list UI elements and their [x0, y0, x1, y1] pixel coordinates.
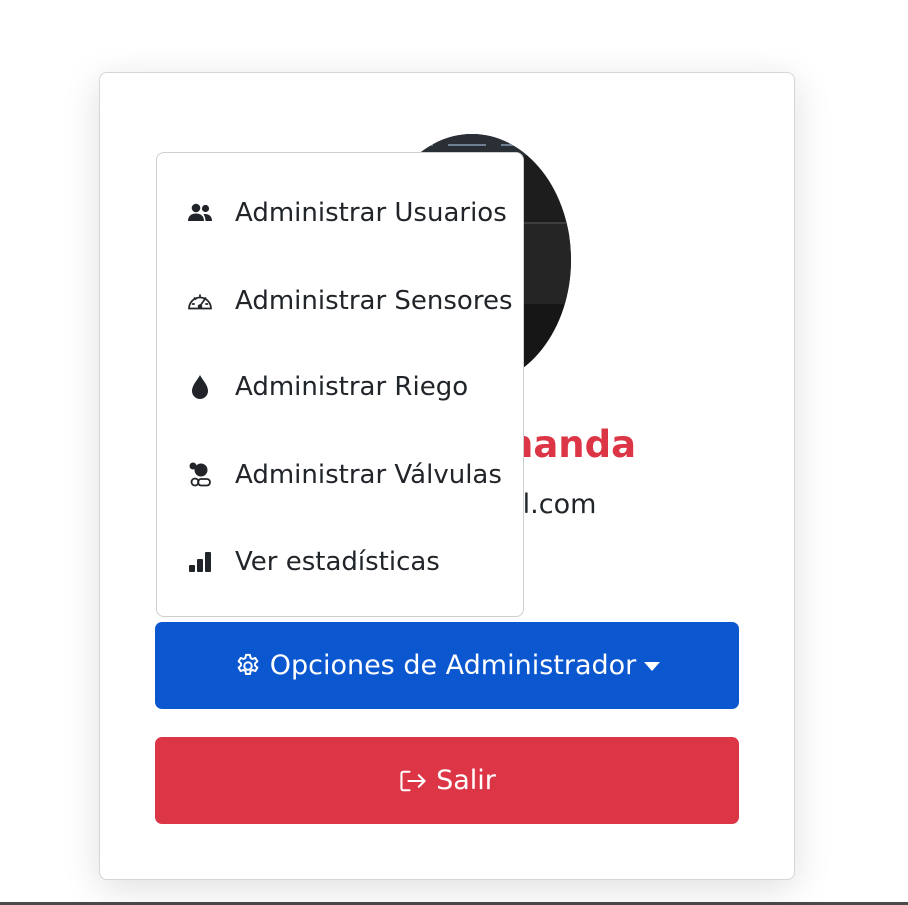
speedometer-icon	[186, 287, 214, 315]
admin-options-dropdown: Administrar Usuarios Administrar Sensore…	[156, 152, 524, 617]
bar-chart-icon	[186, 548, 214, 576]
menu-item-manage-sensors[interactable]: Administrar Sensores	[157, 271, 523, 331]
logout-icon	[400, 770, 426, 791]
logout-button[interactable]: Salir	[155, 737, 739, 824]
menu-item-view-statistics[interactable]: Ver estadísticas	[157, 532, 523, 592]
menu-item-label: Administrar Válvulas	[235, 460, 502, 490]
admin-options-button[interactable]: Opciones de Administrador	[155, 622, 739, 709]
menu-item-label: Administrar Riego	[235, 372, 469, 402]
logout-label: Salir	[436, 765, 496, 796]
menu-item-manage-users[interactable]: Administrar Usuarios	[157, 183, 523, 243]
menu-item-label: Ver estadísticas	[235, 547, 440, 577]
admin-options-label: Opciones de Administrador	[269, 650, 637, 681]
menu-item-label: Administrar Sensores	[235, 286, 513, 316]
gear-icon	[237, 653, 259, 675]
menu-item-manage-valves[interactable]: Administrar Válvulas	[157, 445, 523, 505]
menu-item-label: Administrar Usuarios	[235, 198, 507, 228]
droplet-icon	[186, 373, 214, 401]
users-icon	[186, 199, 214, 227]
menu-item-manage-irrigation[interactable]: Administrar Riego	[157, 357, 523, 417]
caret-down-icon	[644, 662, 661, 671]
valve-icon	[186, 461, 214, 489]
